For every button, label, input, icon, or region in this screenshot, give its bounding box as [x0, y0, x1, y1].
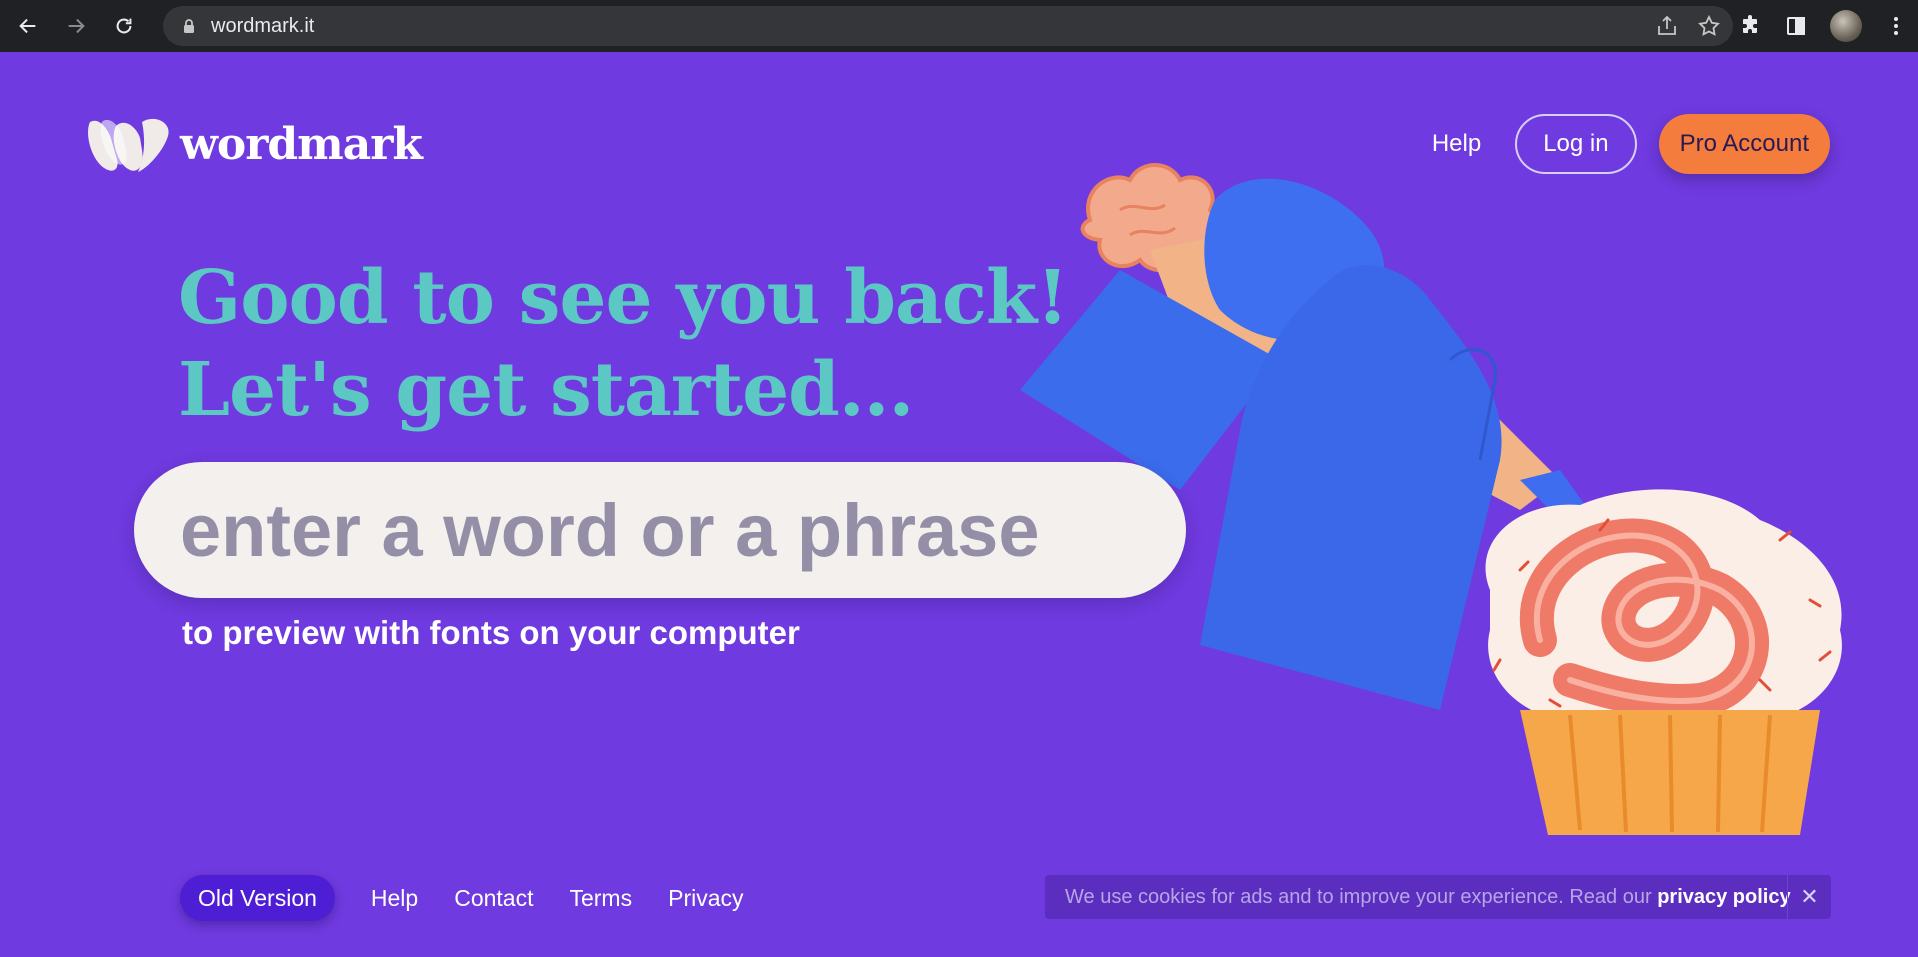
lock-icon	[184, 19, 194, 33]
headline-line-1: Good to see you back!	[178, 255, 1069, 341]
hero-headline: Good to see you back! Let's get started.…	[178, 252, 1069, 436]
side-panel-icon[interactable]	[1784, 14, 1808, 38]
more-menu-icon[interactable]	[1884, 14, 1908, 38]
back-arrow-icon	[19, 18, 36, 34]
cookie-message: We use cookies for ads and to improve yo…	[1065, 886, 1791, 909]
headline-line-2: Let's get started...	[178, 347, 914, 433]
forward-button[interactable]	[56, 6, 96, 46]
profile-avatar[interactable]	[1830, 10, 1862, 42]
logo-heart-w-icon	[88, 118, 169, 172]
old-version-button[interactable]: Old Version	[180, 875, 335, 921]
privacy-policy-link[interactable]: privacy policy	[1657, 886, 1790, 908]
footer-links: Old Version Help Contact Terms Privacy	[180, 875, 744, 921]
word-phrase-input[interactable]	[180, 487, 1140, 573]
wordmark-logo[interactable]: wordmark	[82, 112, 423, 176]
footer-terms-link[interactable]: Terms	[569, 885, 632, 912]
extensions-puzzle-icon[interactable]	[1738, 14, 1762, 38]
bookmark-star-icon[interactable]	[1697, 14, 1721, 38]
cookie-banner: We use cookies for ads and to improve yo…	[1045, 875, 1831, 919]
footer-help-link[interactable]: Help	[371, 885, 418, 912]
share-icon[interactable]	[1655, 14, 1679, 38]
hero-subtext: to preview with fonts on your computer	[182, 614, 800, 651]
footer-privacy-link[interactable]: Privacy	[668, 885, 743, 912]
reload-button[interactable]	[104, 6, 144, 46]
reload-icon	[116, 18, 132, 34]
cookie-close-button[interactable]: ✕	[1787, 875, 1831, 919]
address-bar[interactable]: wordmark.it	[163, 6, 1733, 46]
browser-toolbar: wordmark.it	[0, 0, 1918, 52]
logo-text: wordmark	[180, 118, 423, 170]
forward-arrow-icon	[68, 18, 85, 34]
url-text: wordmark.it	[211, 14, 315, 37]
back-button[interactable]	[8, 6, 48, 46]
word-input-container	[134, 462, 1186, 598]
cookie-message-text: We use cookies for ads and to improve yo…	[1065, 885, 1652, 908]
footer-contact-link[interactable]: Contact	[454, 885, 533, 912]
